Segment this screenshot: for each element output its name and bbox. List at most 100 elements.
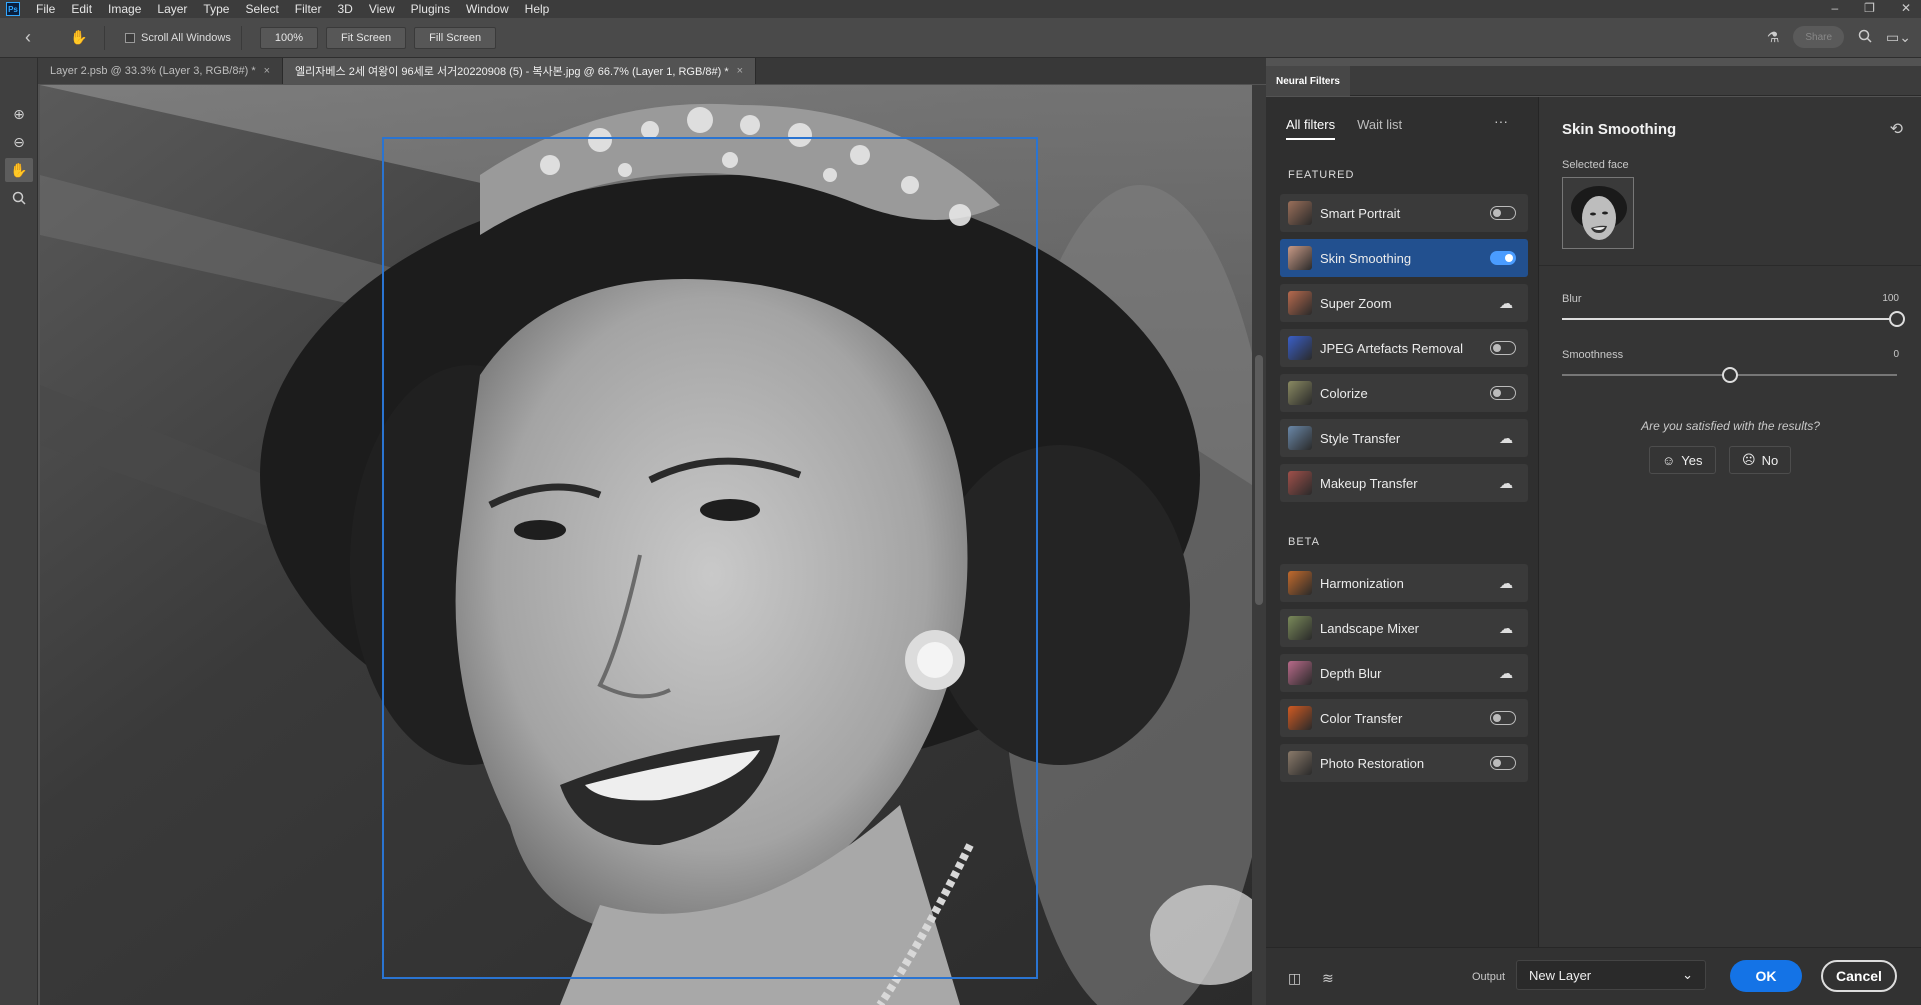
filter-thumbnail-icon bbox=[1288, 201, 1312, 225]
menu-view[interactable]: View bbox=[361, 0, 403, 18]
menu-edit[interactable]: Edit bbox=[63, 0, 100, 18]
menu-filter[interactable]: Filter bbox=[287, 0, 330, 18]
filter-toggle[interactable] bbox=[1490, 386, 1516, 400]
scroll-all-label: Scroll All Windows bbox=[141, 31, 231, 44]
filter-item-style-transfer[interactable]: Style Transfer ☁ bbox=[1280, 419, 1528, 457]
filter-label: Photo Restoration bbox=[1320, 755, 1425, 771]
tab-neural-filters[interactable]: Neural Filters bbox=[1266, 66, 1350, 96]
no-label: No bbox=[1761, 452, 1779, 468]
hand-tool-icon[interactable]: ✋ bbox=[5, 158, 33, 182]
filter-thumbnail-icon bbox=[1288, 426, 1312, 450]
filter-item-makeup-transfer[interactable]: Makeup Transfer ☁ bbox=[1280, 464, 1528, 502]
filter-label: JPEG Artefacts Removal bbox=[1320, 340, 1464, 356]
zoom-100-button[interactable]: 100% bbox=[259, 26, 318, 49]
cloud-download-icon[interactable]: ☁ bbox=[1498, 575, 1514, 592]
reset-icon[interactable]: ⟲ bbox=[1890, 119, 1903, 139]
fit-screen-button[interactable]: Fit Screen bbox=[326, 26, 407, 49]
yes-button[interactable]: ☺ Yes bbox=[1649, 446, 1716, 474]
filter-thumbnail-icon bbox=[1288, 291, 1312, 315]
window-controls: – ❐ ✕ bbox=[1831, 0, 1911, 16]
hand-tool-icon[interactable]: ✋ bbox=[64, 27, 94, 49]
filter-toggle[interactable] bbox=[1490, 251, 1516, 265]
document-canvas[interactable] bbox=[40, 85, 1252, 1005]
tab-label: 엘리자베스 2세 여왕이 96세로 서거20220908 (5) - 복사본.j… bbox=[295, 66, 729, 78]
restore-icon[interactable]: ❐ bbox=[1864, 0, 1875, 16]
menu-file[interactable]: File bbox=[28, 0, 63, 18]
smoothness-slider-handle[interactable] bbox=[1721, 367, 1738, 383]
zoom-in-icon[interactable]: ⊕ bbox=[5, 102, 33, 126]
scroll-thumb[interactable] bbox=[1255, 355, 1263, 605]
filter-item-super-zoom[interactable]: Super Zoom ☁ bbox=[1280, 284, 1528, 322]
close-tab-icon[interactable]: × bbox=[737, 65, 743, 77]
cloud-download-icon[interactable]: ☁ bbox=[1498, 475, 1514, 492]
close-tab-icon[interactable]: × bbox=[264, 65, 270, 77]
share-button[interactable]: Share bbox=[1793, 26, 1845, 48]
cloud-download-icon[interactable]: ☁ bbox=[1498, 295, 1514, 312]
output-select[interactable]: New Layer ⌄ bbox=[1516, 960, 1706, 990]
output-label: Output bbox=[1472, 971, 1506, 983]
divider bbox=[240, 25, 242, 50]
cancel-button[interactable]: Cancel bbox=[1821, 960, 1897, 992]
neural-filters-header: Neural Filters bbox=[1266, 66, 1921, 96]
filter-label: Super Zoom bbox=[1320, 295, 1392, 311]
workspace-icon[interactable]: ▭⌄ bbox=[1886, 29, 1911, 46]
filter-toggle[interactable] bbox=[1490, 756, 1516, 770]
smoothness-slider[interactable] bbox=[1562, 367, 1897, 383]
zoom-out-icon[interactable]: ⊖ bbox=[5, 130, 33, 154]
scroll-all-windows-checkbox[interactable]: Scroll All Windows bbox=[125, 32, 231, 44]
cloud-download-icon[interactable]: ☁ bbox=[1498, 430, 1514, 447]
compare-icon[interactable]: ◫ bbox=[1288, 970, 1301, 987]
more-options-icon[interactable]: ··· bbox=[1494, 113, 1508, 129]
filter-item-smart-portrait[interactable]: Smart Portrait bbox=[1280, 194, 1528, 232]
menu-layer[interactable]: Layer bbox=[149, 0, 195, 18]
cloud-download-icon[interactable]: ☁ bbox=[1498, 665, 1514, 682]
back-arrow-icon[interactable]: ‹ bbox=[14, 27, 42, 48]
chevron-down-icon: ⌄ bbox=[1682, 967, 1693, 982]
filter-item-colorize[interactable]: Colorize bbox=[1280, 374, 1528, 412]
flask-icon[interactable]: ⚗ bbox=[1767, 29, 1780, 46]
menu-3d[interactable]: 3D bbox=[329, 0, 360, 18]
filter-item-harmonization[interactable]: Harmonization ☁ bbox=[1280, 564, 1528, 602]
menu-window[interactable]: Window bbox=[458, 0, 517, 18]
blur-slider-handle[interactable] bbox=[1889, 311, 1905, 327]
filter-item-landscape-mixer[interactable]: Landscape Mixer ☁ bbox=[1280, 609, 1528, 647]
filter-item-depth-blur[interactable]: Depth Blur ☁ bbox=[1280, 654, 1528, 692]
menu-help[interactable]: Help bbox=[517, 0, 558, 18]
zoom-tool-icon[interactable] bbox=[5, 186, 33, 210]
filter-label: Colorize bbox=[1320, 385, 1368, 401]
divider bbox=[1539, 265, 1921, 266]
tab-label: Layer 2.psb @ 33.3% (Layer 3, RGB/8#) * bbox=[50, 65, 256, 77]
filter-item-jpeg-artefacts-removal[interactable]: JPEG Artefacts Removal bbox=[1280, 329, 1528, 367]
menu-select[interactable]: Select bbox=[237, 0, 286, 18]
cloud-download-icon[interactable]: ☁ bbox=[1498, 620, 1514, 637]
search-icon[interactable] bbox=[1858, 29, 1872, 46]
tab-wait-list[interactable]: Wait list bbox=[1357, 117, 1402, 140]
tab-elizabeth[interactable]: 엘리자베스 2세 여왕이 96세로 서거20220908 (5) - 복사본.j… bbox=[283, 58, 757, 84]
filter-toggle[interactable] bbox=[1490, 341, 1516, 355]
filter-item-skin-smoothing[interactable]: Skin Smoothing bbox=[1280, 239, 1528, 277]
blur-slider[interactable] bbox=[1562, 311, 1905, 327]
filter-toggle[interactable] bbox=[1490, 206, 1516, 220]
minimize-icon[interactable]: – bbox=[1831, 0, 1838, 16]
filter-label: Skin Smoothing bbox=[1320, 250, 1412, 266]
blur-value: 100 bbox=[1882, 293, 1899, 304]
checkbox-box[interactable] bbox=[125, 32, 135, 43]
tab-layer2[interactable]: Layer 2.psb @ 33.3% (Layer 3, RGB/8#) * … bbox=[38, 58, 284, 84]
face-thumbnail-image bbox=[1563, 178, 1633, 248]
layers-icon[interactable]: ≋ bbox=[1322, 970, 1334, 987]
filter-toggle[interactable] bbox=[1490, 711, 1516, 725]
vertical-scrollbar[interactable] bbox=[1252, 85, 1266, 1005]
fill-screen-button[interactable]: Fill Screen bbox=[414, 26, 497, 49]
filter-item-color-transfer[interactable]: Color Transfer bbox=[1280, 699, 1528, 737]
no-button[interactable]: ☹ No bbox=[1729, 446, 1792, 474]
filter-item-photo-restoration[interactable]: Photo Restoration bbox=[1280, 744, 1528, 782]
ok-button[interactable]: OK bbox=[1730, 960, 1802, 992]
selected-face-thumbnail[interactable] bbox=[1562, 177, 1634, 249]
tab-all-filters[interactable]: All filters bbox=[1286, 117, 1336, 140]
document-tabs: Layer 2.psb @ 33.3% (Layer 3, RGB/8#) * … bbox=[38, 58, 1266, 84]
close-window-icon[interactable]: ✕ bbox=[1901, 0, 1911, 16]
smile-icon: ☺ bbox=[1662, 452, 1676, 468]
menu-plugins[interactable]: Plugins bbox=[403, 0, 458, 18]
menu-type[interactable]: Type bbox=[195, 0, 237, 18]
menu-image[interactable]: Image bbox=[100, 0, 149, 18]
